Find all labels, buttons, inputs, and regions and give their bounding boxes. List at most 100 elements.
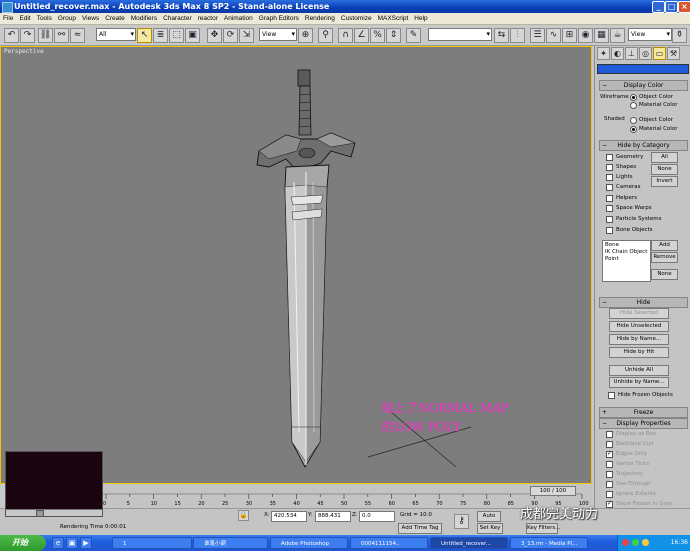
hide-rollout[interactable]: − Hide: [599, 297, 688, 308]
angle-snap-icon[interactable]: ∠: [354, 28, 369, 43]
taskbar-item[interactable]: 谁笔小葫: [193, 537, 268, 549]
hide-selected-button[interactable]: Hide Selected: [609, 308, 669, 319]
tray-app-icon[interactable]: [622, 539, 629, 546]
shaded-material-color-radio[interactable]: [630, 126, 637, 133]
redo-icon[interactable]: ↷: [20, 28, 35, 43]
invert-button[interactable]: Invert: [651, 176, 678, 187]
quick-render-icon[interactable]: ☕: [610, 28, 625, 43]
move-icon[interactable]: ✥: [207, 28, 222, 43]
geometry-checkbox[interactable]: [606, 154, 613, 161]
none-button[interactable]: None: [651, 164, 678, 175]
modify-tab-icon[interactable]: ◐: [611, 47, 624, 60]
helpers-checkbox[interactable]: [606, 195, 613, 202]
rotate-icon[interactable]: ⟳: [223, 28, 238, 43]
all-button[interactable]: All: [651, 152, 678, 163]
render-type-dropdown[interactable]: View: [628, 28, 672, 41]
app-icon[interactable]: [2, 2, 13, 13]
bind-space-warp-icon[interactable]: ≈: [70, 28, 85, 43]
menu-create[interactable]: Create: [102, 13, 128, 24]
lights-checkbox[interactable]: [606, 174, 613, 181]
taskbar-item[interactable]: 0004111154..: [350, 537, 428, 549]
tray-volume-icon[interactable]: [642, 539, 649, 546]
perspective-viewport[interactable]: Perspective 贴上了NORMAL MAP 的LOW POLY: [0, 46, 592, 484]
unhide-by-name-button[interactable]: Unhide by Name...: [609, 377, 669, 388]
preview-scrollbar[interactable]: [6, 509, 102, 517]
shapes-checkbox[interactable]: [606, 164, 613, 171]
lock-selection-icon[interactable]: 🔒: [238, 510, 249, 521]
remove-button[interactable]: Remove: [651, 252, 678, 263]
shaded-object-color-radio[interactable]: [630, 117, 637, 124]
named-selection-dropdown[interactable]: [428, 28, 492, 41]
menu-maxscript[interactable]: MAXScript: [375, 13, 412, 24]
taskbar-item-active[interactable]: Untitled_recover...: [430, 537, 508, 549]
x-coordinate-field[interactable]: 420.534: [271, 511, 307, 522]
clock[interactable]: 16:36: [671, 535, 688, 551]
select-link-icon[interactable]: ⛓: [38, 28, 53, 43]
selection-filter-dropdown[interactable]: All: [96, 28, 136, 41]
menu-tools[interactable]: Tools: [34, 13, 55, 24]
cameras-checkbox[interactable]: [606, 184, 613, 191]
quick-render-teapot-icon[interactable]: ⚱: [672, 28, 687, 43]
menu-rendering[interactable]: Rendering: [302, 13, 338, 24]
display-properties-rollout[interactable]: − Display Properties: [599, 418, 688, 429]
edit-named-selection-icon[interactable]: ✎: [406, 28, 421, 43]
window-crossing-icon[interactable]: ▣: [185, 28, 200, 43]
add-time-tag-button[interactable]: Add Time Tag: [398, 523, 442, 534]
taskbar-item[interactable]: 3_13.rm - Media Pl...: [510, 537, 588, 549]
quicklaunch-media-icon[interactable]: ▶: [80, 537, 92, 549]
material-editor-icon[interactable]: ◉: [578, 28, 593, 43]
particle-systems-checkbox[interactable]: [606, 216, 613, 223]
backface-cull-checkbox[interactable]: [606, 441, 613, 448]
menu-animation[interactable]: Animation: [221, 13, 256, 24]
select-object-icon[interactable]: ↖: [137, 28, 152, 43]
minimize-button[interactable]: _: [652, 1, 665, 13]
quicklaunch-desktop-icon[interactable]: ▣: [66, 537, 78, 549]
unlink-icon[interactable]: ⚯: [54, 28, 69, 43]
pivot-center-icon[interactable]: ⊕: [298, 28, 313, 43]
tray-network-icon[interactable]: [632, 539, 639, 546]
schematic-view-icon[interactable]: ⊞: [562, 28, 577, 43]
menu-file[interactable]: File: [0, 13, 16, 24]
menu-reactor[interactable]: reactor: [195, 13, 221, 24]
list-item[interactable]: IK Chain Object: [605, 249, 647, 255]
scale-icon[interactable]: ⇲: [239, 28, 254, 43]
unhide-all-button[interactable]: Unhide All: [609, 365, 669, 376]
wireframe-object-color-radio[interactable]: [630, 94, 637, 101]
maximize-button[interactable]: □: [665, 1, 678, 13]
bone-objects-checkbox[interactable]: [606, 227, 613, 234]
taskbar-item[interactable]: Adobe Photoshop: [270, 537, 348, 549]
motion-tab-icon[interactable]: ◎: [639, 47, 652, 60]
start-button[interactable]: 开始: [0, 535, 46, 551]
edges-only-checkbox[interactable]: [606, 450, 613, 458]
hide-by-name-button[interactable]: Hide by Name...: [609, 334, 669, 345]
create-tab-icon[interactable]: ✦: [597, 47, 610, 60]
reference-coordinate-dropdown[interactable]: View: [259, 28, 297, 41]
scroll-thumb[interactable]: [36, 510, 44, 517]
percent-snap-icon[interactable]: %: [370, 28, 385, 43]
undo-icon[interactable]: ↶: [4, 28, 19, 43]
select-manipulate-icon[interactable]: ⚲: [318, 28, 333, 43]
align-icon[interactable]: ⫶: [510, 28, 525, 43]
curve-editor-icon[interactable]: ∿: [546, 28, 561, 43]
menu-group[interactable]: Group: [55, 13, 79, 24]
sword-model[interactable]: [1, 47, 592, 484]
add-button[interactable]: Add: [651, 240, 678, 251]
menu-help[interactable]: Help: [411, 13, 430, 24]
key-icon[interactable]: ⚷: [454, 514, 469, 529]
none-list-button[interactable]: None: [651, 269, 678, 280]
track-bar[interactable]: 0 5 10 15 20 25 30 35 40 45 50 55 60 65 70 75 80 85 90 95 10…: [102, 484, 592, 508]
utilities-tab-icon[interactable]: ⚒: [667, 47, 680, 60]
wireframe-material-color-radio[interactable]: [630, 102, 637, 109]
close-button[interactable]: ×: [678, 1, 690, 13]
key-filters-button[interactable]: Key Filters...: [526, 523, 560, 534]
snap-toggle-icon[interactable]: ∩: [338, 28, 353, 43]
auto-key-button[interactable]: Auto: [477, 511, 501, 522]
menu-customize[interactable]: Customize: [338, 13, 375, 24]
spinner-snap-icon[interactable]: ⇕: [386, 28, 401, 43]
vertex-ticks-checkbox[interactable]: [606, 461, 613, 468]
render-scene-icon[interactable]: ▦: [594, 28, 609, 43]
display-color-rollout[interactable]: − Display Color: [599, 80, 688, 91]
menu-views[interactable]: Views: [79, 13, 102, 24]
y-coordinate-field[interactable]: 888.431: [315, 511, 351, 522]
rectangular-selection-icon[interactable]: ⬚: [169, 28, 184, 43]
